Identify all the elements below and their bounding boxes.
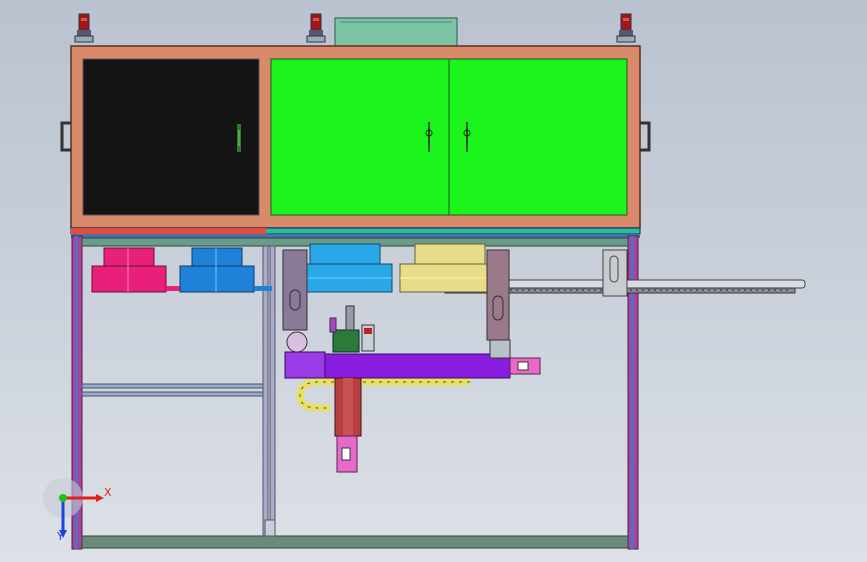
left-side-handle <box>60 121 71 152</box>
bowl-feeder-yellow <box>399 243 501 293</box>
right-side-handle <box>640 121 651 152</box>
bowl-feeder-pink <box>91 247 180 293</box>
right-cabinet-door-right <box>448 58 628 216</box>
signal-lamp-center <box>306 13 326 43</box>
signal-lamp-left <box>74 13 94 43</box>
hex-fitting-icon <box>286 331 308 353</box>
left-cabinet-door <box>82 58 260 216</box>
cable-chain <box>296 378 470 412</box>
y-axis-label: Y <box>57 530 64 543</box>
x-axis-label: X <box>104 486 112 499</box>
right-cabinet-door-left <box>270 58 450 216</box>
signal-lamp-right <box>616 13 636 43</box>
right-support-post <box>486 249 510 341</box>
bowl-feeder-cyan <box>295 243 393 293</box>
linear-carriage <box>284 339 541 379</box>
gripper-block <box>332 329 360 353</box>
bowl-feeder-blue <box>179 247 272 293</box>
machine-drawing <box>43 13 806 550</box>
vertical-z-axis <box>334 377 362 473</box>
